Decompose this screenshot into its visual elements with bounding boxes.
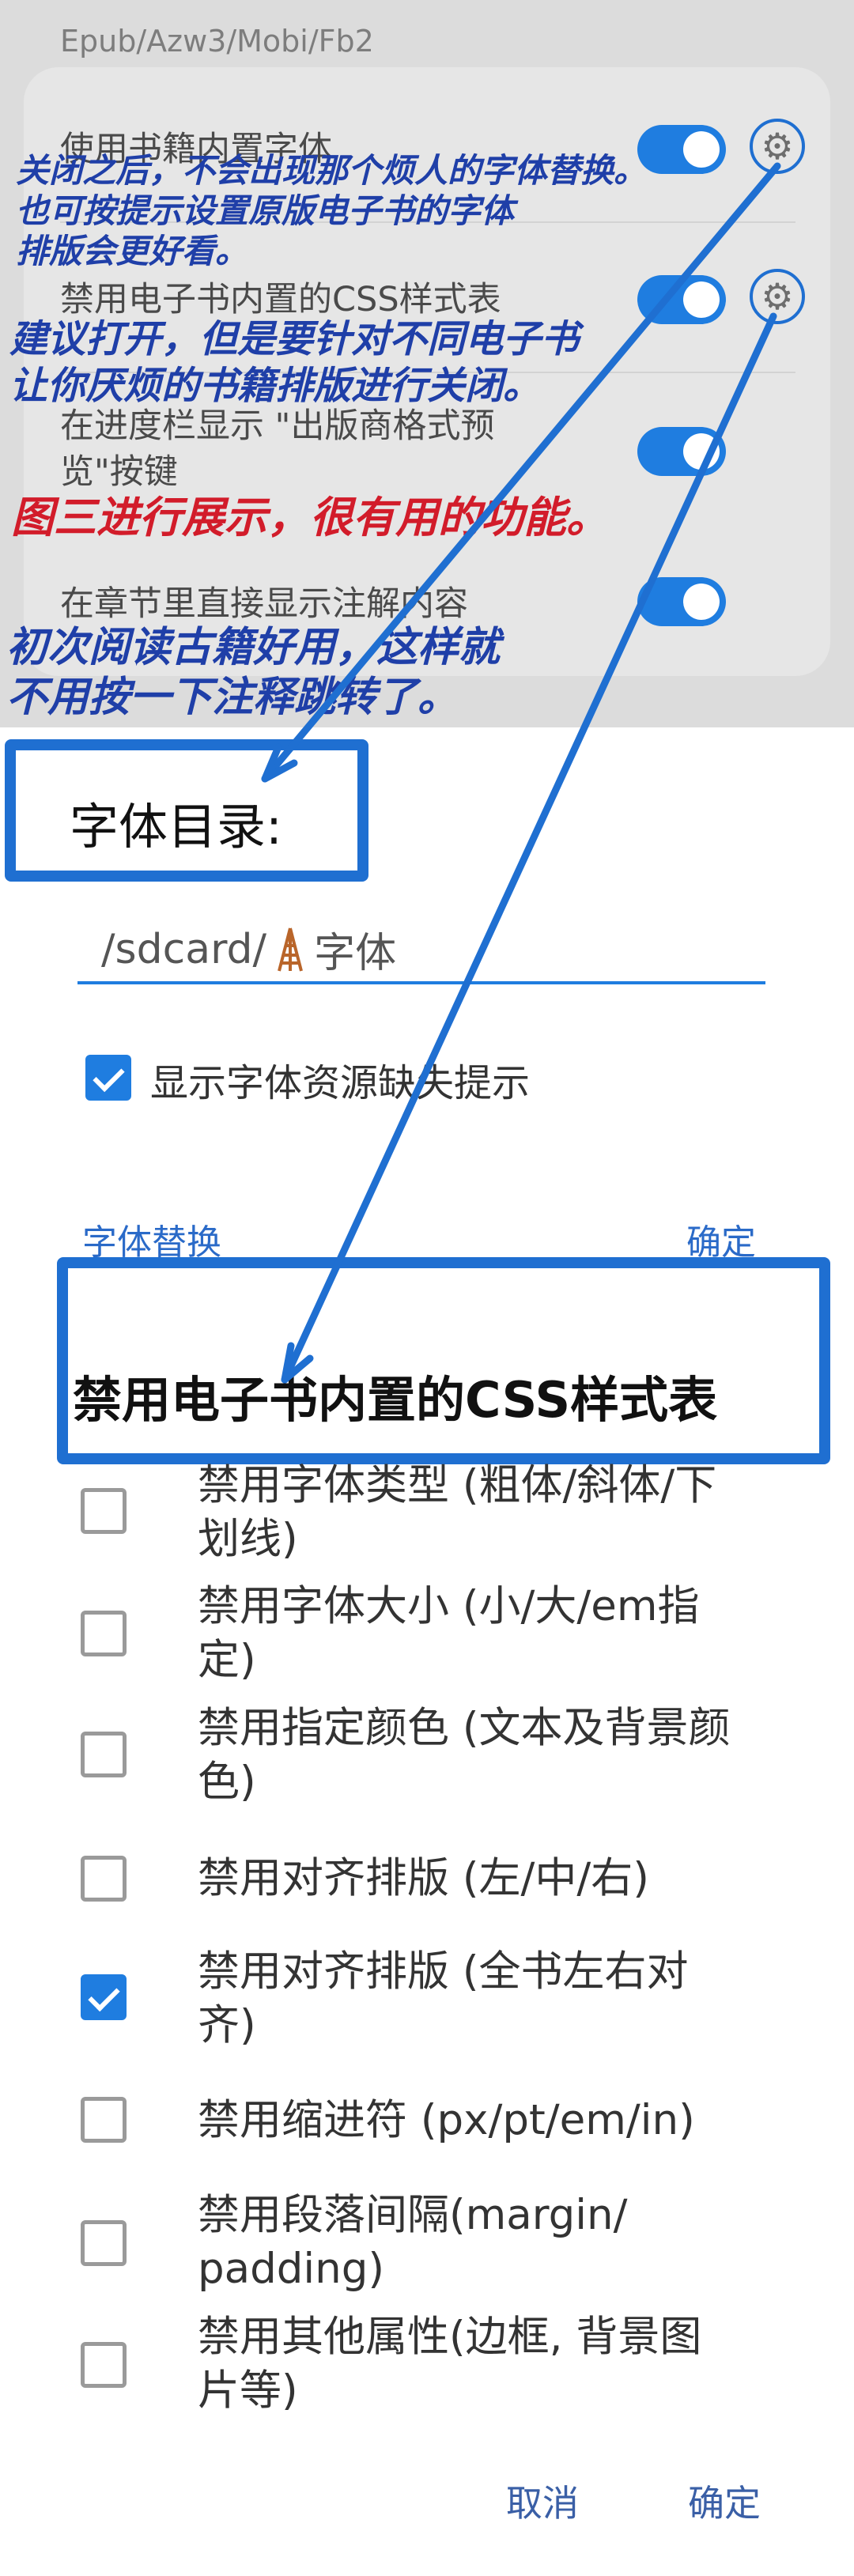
setting-label: 在进度栏显示 "出版商格式预览"按键 — [60, 406, 495, 492]
disable-css-toggle[interactable] — [637, 275, 726, 324]
missing-font-hint-checkbox[interactable] — [85, 1055, 131, 1101]
option-line: 禁用对齐排版 (左/中/右) — [198, 1854, 649, 1902]
option-line: 禁用指定颜色 (文本及背景颜 — [198, 1704, 731, 1752]
option-checkbox[interactable] — [81, 2220, 127, 2266]
annotation-note-4: 初次阅读古籍好用，这样就 不用按一下注释跳转了。 — [6, 623, 500, 723]
option-line: 禁用对齐排版 (全书左右对 — [198, 1947, 689, 1996]
option-checkbox[interactable] — [81, 1611, 127, 1656]
cancel-button[interactable]: 取消 — [506, 2475, 579, 2527]
option-label: 禁用其他属性(边框, 背景图 片等) — [198, 2310, 783, 2418]
option-line: padding) — [198, 2245, 385, 2293]
annotation-text: 关闭之后，不会出现那个烦人的字体替换。 — [16, 151, 648, 190]
option-checkbox[interactable] — [81, 1856, 127, 1902]
option-line: 禁用段落间隔(margin/ — [198, 2191, 628, 2239]
option-label: 禁用对齐排版 (左/中/右) — [198, 1852, 783, 1906]
annotation-text: 让你厌烦的书籍排版进行关闭。 — [9, 363, 542, 408]
annotation-text: 也可按提示设置原版电子书的字体 — [16, 191, 515, 231]
option-label: 禁用指定颜色 (文本及背景颜 色) — [198, 1702, 783, 1809]
annotation-text: 排版会更好看。 — [16, 232, 249, 271]
annotation-text: 初次阅读古籍好用，这样就 — [6, 624, 501, 671]
section-title: Epub/Azw3/Mobi/Fb2 — [60, 24, 374, 59]
ok-button[interactable]: 确定 — [688, 2475, 761, 2527]
option-line: 禁用字体大小 (小/大/em指 — [198, 1582, 700, 1630]
annotation-note-3: 图三进行展示，很有用的功能。 — [11, 493, 609, 542]
option-checkbox[interactable] — [81, 1732, 127, 1777]
option-line: 划线) — [198, 1515, 298, 1563]
option-checkbox[interactable] — [81, 1488, 127, 1534]
annotation-note-1: 关闭之后，不会出现那个烦人的字体替换。 也可按提示设置原版电子书的字体 排版会更… — [16, 150, 647, 272]
inline-notes-toggle[interactable] — [637, 577, 726, 626]
setting-row-publisher-preview[interactable]: 在进度栏显示 "出版商格式预览"按键 — [60, 403, 574, 495]
option-line: 色) — [198, 1758, 256, 1806]
dialog-title: 禁用电子书内置的CSS样式表 — [73, 1371, 718, 1429]
option-line: 禁用缩进符 (px/pt/em/in) — [198, 2096, 695, 2144]
annotation-text: 建议打开，但是要针对不同电子书 — [9, 317, 580, 361]
path-suffix: 字体 — [314, 930, 397, 977]
gear-icon[interactable]: ⚙ — [750, 119, 805, 174]
option-checkbox[interactable] — [81, 1974, 127, 2020]
dialog-title: 字体目录: — [70, 798, 282, 856]
tower-icon — [278, 927, 304, 972]
checkbox-label: 显示字体资源缺失提示 — [150, 1061, 531, 1105]
gear-icon[interactable]: ⚙ — [750, 269, 805, 324]
font-path-input[interactable]: /sdcard/ 字体 — [77, 917, 765, 984]
annotation-note-2: 建议打开，但是要针对不同电子书 让你厌烦的书籍排版进行关闭。 — [9, 316, 579, 409]
annotation-text: 不用按一下注释跳转了。 — [6, 674, 459, 722]
option-checkbox[interactable] — [81, 2097, 127, 2143]
option-label: 禁用字体大小 (小/大/em指 定) — [198, 1580, 783, 1687]
option-label: 禁用段落间隔(margin/ padding) — [198, 2189, 783, 2296]
builtin-font-toggle[interactable] — [637, 125, 726, 174]
option-line: 禁用其他属性(边框, 背景图 — [198, 2313, 702, 2361]
option-label: 禁用缩进符 (px/pt/em/in) — [198, 2094, 783, 2147]
option-line: 禁用字体类型 (粗体/斜体/下 — [198, 1461, 717, 1509]
option-line: 齐) — [198, 2001, 256, 2049]
option-line: 定) — [198, 1636, 256, 1684]
option-checkbox[interactable] — [81, 2342, 127, 2388]
path-value: /sdcard/ — [101, 925, 267, 973]
option-line: 片等) — [198, 2366, 298, 2415]
option-label: 禁用对齐排版 (全书左右对 齐) — [198, 1945, 783, 2053]
option-label: 禁用字体类型 (粗体/斜体/下 划线) — [198, 1459, 783, 1566]
publisher-preview-toggle[interactable] — [637, 427, 726, 476]
